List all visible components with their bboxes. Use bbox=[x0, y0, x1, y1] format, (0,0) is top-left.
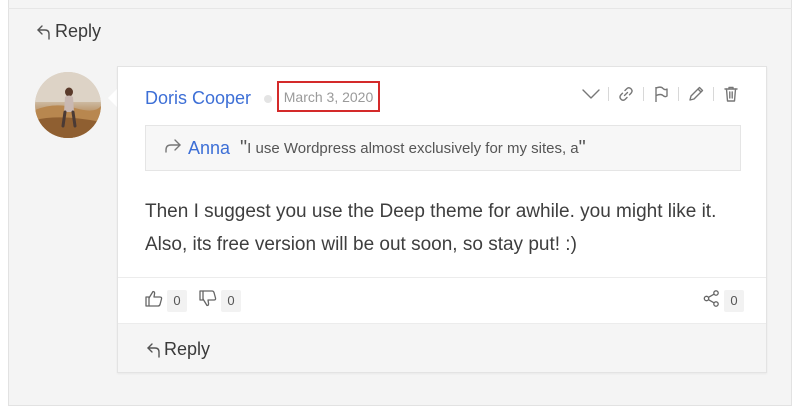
reply-button[interactable]: Reply bbox=[146, 339, 210, 360]
edit-icon[interactable] bbox=[683, 83, 709, 105]
separator-dot bbox=[264, 95, 272, 103]
share-button[interactable]: 0 bbox=[703, 290, 744, 312]
link-icon[interactable] bbox=[613, 83, 639, 105]
comment-author[interactable]: Doris Cooper bbox=[145, 88, 251, 109]
delete-icon[interactable] bbox=[718, 83, 744, 105]
quote-text: I use Wordpress almost exclusively for m… bbox=[247, 139, 579, 157]
quote-arrow-icon bbox=[164, 138, 182, 158]
action-separator bbox=[608, 87, 609, 101]
comment-card: Doris Cooper March 3, 2020 Anna " I use … bbox=[117, 66, 767, 373]
thumbs-up-icon bbox=[145, 290, 163, 312]
comment-date[interactable]: March 3, 2020 bbox=[277, 81, 380, 112]
action-separator bbox=[643, 87, 644, 101]
collapse-icon[interactable] bbox=[578, 83, 604, 105]
comment-body: Then I suggest you use the Deep theme fo… bbox=[145, 195, 755, 261]
vote-controls: 0 0 bbox=[145, 290, 253, 312]
thumbs-down-icon bbox=[199, 290, 217, 312]
share-count: 0 bbox=[724, 290, 744, 312]
divider bbox=[118, 277, 766, 278]
quoted-reply[interactable]: Anna " I use Wordpress almost exclusivel… bbox=[145, 125, 741, 171]
like-count: 0 bbox=[167, 290, 187, 312]
reply-label: Reply bbox=[55, 21, 102, 41]
action-separator bbox=[678, 87, 679, 101]
flag-icon[interactable] bbox=[648, 83, 674, 105]
dislike-count: 0 bbox=[221, 290, 241, 312]
avatar[interactable] bbox=[35, 72, 101, 138]
quote-author[interactable]: Anna bbox=[188, 138, 230, 159]
action-separator bbox=[713, 87, 714, 101]
comment-actions bbox=[578, 83, 744, 105]
reply-icon bbox=[146, 341, 162, 359]
share-icon bbox=[703, 290, 720, 312]
reply-button-top[interactable]: Reply bbox=[36, 21, 101, 42]
top-divider bbox=[8, 8, 792, 9]
quote-close-mark: " bbox=[578, 136, 586, 159]
dislike-button[interactable]: 0 bbox=[199, 290, 241, 312]
quote-open-mark: " bbox=[240, 136, 248, 159]
like-button[interactable]: 0 bbox=[145, 290, 187, 312]
reply-label: Reply bbox=[164, 339, 211, 359]
comment-body-line: Then I suggest you use the Deep theme fo… bbox=[145, 201, 717, 222]
comment-body-line: Also, its free version will be out soon,… bbox=[145, 234, 577, 255]
comment-footer: Reply bbox=[118, 324, 766, 372]
reply-icon bbox=[36, 23, 52, 41]
